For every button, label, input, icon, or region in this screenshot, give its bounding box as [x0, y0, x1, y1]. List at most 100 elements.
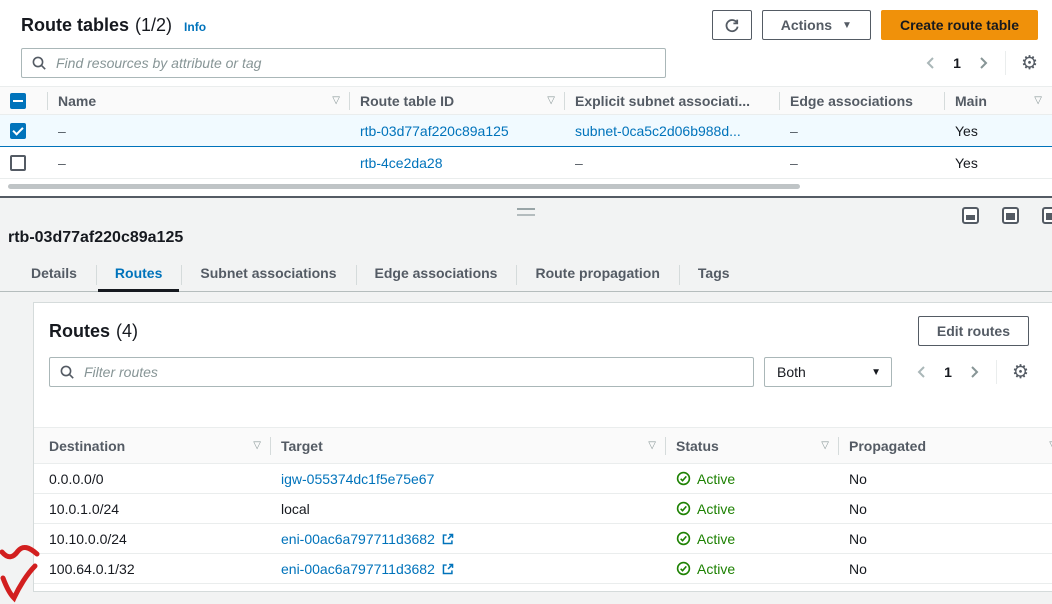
subnet-link[interactable]: subnet-0ca5c2d06b988d... — [575, 123, 741, 139]
route-row: 10.0.1.0/24 local Active No — [34, 494, 1052, 524]
check-circle-icon — [676, 531, 691, 546]
routes-card: Routes (4) Edit routes Both ▼ — [33, 302, 1052, 592]
sort-icon[interactable]: ▽ — [813, 440, 829, 451]
detail-heading: rtb-03d77af220c89a125 — [0, 222, 1052, 247]
table-row-selected[interactable]: – rtb-03d77af220c89a125 subnet-0ca5c2d06… — [0, 115, 1052, 147]
external-link-icon[interactable] — [441, 562, 455, 576]
check-circle-icon — [676, 501, 691, 516]
tab-tags[interactable]: Tags — [679, 258, 749, 291]
route-row: 10.10.0.0/24 eni-00ac6a797711d3682 Activ… — [34, 524, 1052, 554]
actions-button[interactable]: Actions ▼ — [762, 10, 871, 40]
edit-routes-button[interactable]: Edit routes — [918, 316, 1029, 346]
routes-header-row: Destination▽ Target▽ Status▽ Propagated▽ — [34, 428, 1052, 464]
column-header-main[interactable]: Main▽ — [945, 87, 1052, 115]
route-tables-section: Route tables (1/2) Info Actions ▼ Create… — [0, 0, 1052, 196]
route-table-id-link[interactable]: rtb-4ce2da28 — [360, 155, 443, 171]
cell-main: Yes — [945, 147, 1052, 179]
tab-edge-associations[interactable]: Edge associations — [356, 258, 517, 291]
previous-page-icon[interactable] — [915, 365, 929, 379]
page-number[interactable]: 1 — [944, 364, 952, 380]
cell-propagated: No — [839, 554, 1052, 584]
column-header-edge-associations[interactable]: Edge associations — [780, 87, 945, 115]
create-label: Create route table — [900, 17, 1019, 33]
cell-edge: – — [780, 115, 945, 147]
filter-routes-input[interactable] — [49, 357, 754, 387]
divider — [1005, 51, 1006, 75]
row-checkbox[interactable] — [10, 155, 26, 171]
filter-box — [49, 357, 754, 387]
horizontal-scrollbar — [8, 184, 1044, 189]
refresh-button[interactable] — [712, 10, 752, 40]
next-page-icon[interactable] — [967, 365, 981, 379]
table-row[interactable]: – rtb-4ce2da28 – – Yes — [0, 147, 1052, 179]
previous-page-icon[interactable] — [924, 56, 938, 70]
selection-count: (1/2) — [135, 15, 172, 36]
column-header-name[interactable]: Name▽ — [48, 87, 350, 115]
split-drag-handle-icon[interactable] — [517, 208, 535, 216]
panel-full-icon[interactable] — [1002, 207, 1019, 224]
target-link[interactable]: igw-055374dc1f5e75e67 — [281, 471, 434, 487]
sort-icon[interactable]: ▽ — [539, 95, 555, 106]
info-link[interactable]: Info — [184, 20, 206, 34]
tab-details[interactable]: Details — [12, 258, 96, 291]
preferences-gear-icon[interactable]: ⚙ — [1021, 54, 1038, 73]
sort-icon[interactable]: ▽ — [324, 95, 340, 106]
column-header-explicit-subnet[interactable]: Explicit subnet associati... — [565, 87, 780, 115]
sort-icon[interactable]: ▽ — [245, 440, 261, 451]
cell-destination: 100.64.0.1/32 — [34, 554, 271, 584]
tab-routes[interactable]: Routes — [96, 258, 181, 291]
status-badge: Active — [676, 561, 829, 577]
actions-label: Actions — [781, 17, 832, 33]
column-header-route-table-id[interactable]: Route table ID▽ — [350, 87, 565, 115]
scrollbar-thumb[interactable] — [8, 184, 800, 189]
cell-destination: 10.0.1.0/24 — [34, 494, 271, 524]
chevron-down-icon: ▼ — [842, 20, 852, 31]
panel-side-icon[interactable] — [1042, 207, 1052, 224]
column-header-status[interactable]: Status▽ — [666, 428, 839, 464]
edit-routes-label: Edit routes — [937, 323, 1010, 339]
divider — [996, 360, 997, 384]
cell-destination: 0.0.0.0/0 — [34, 464, 271, 494]
column-header-propagated[interactable]: Propagated▽ — [839, 428, 1052, 464]
target-link[interactable]: eni-00ac6a797711d3682 — [281, 531, 435, 547]
search-input[interactable] — [21, 48, 666, 78]
page-number[interactable]: 1 — [953, 55, 961, 71]
filter-scope-select[interactable]: Both ▼ — [764, 357, 892, 387]
split-handle-row — [0, 198, 1052, 222]
routes-pagination: 1 ⚙ — [915, 360, 1029, 384]
target-link[interactable]: eni-00ac6a797711d3682 — [281, 561, 435, 577]
preferences-gear-icon[interactable]: ⚙ — [1012, 363, 1029, 382]
filter-scope-value: Both — [777, 364, 806, 380]
table-header-row: Name▽ Route table ID▽ Explicit subnet as… — [0, 87, 1052, 115]
status-badge: Active — [676, 501, 829, 517]
search-icon — [59, 364, 75, 380]
list-toolbar: 1 ⚙ — [0, 40, 1052, 78]
cell-propagated: No — [839, 494, 1052, 524]
column-header-target[interactable]: Target▽ — [271, 428, 666, 464]
route-tables-table: Name▽ Route table ID▽ Explicit subnet as… — [0, 86, 1052, 179]
route-table-id-link[interactable]: rtb-03d77af220c89a125 — [360, 123, 509, 139]
routes-count: (4) — [116, 321, 138, 342]
status-badge: Active — [676, 531, 829, 547]
sort-icon[interactable]: ▽ — [1026, 95, 1042, 106]
panel-bottom-icon[interactable] — [962, 207, 979, 224]
page-title-group: Route tables (1/2) Info — [21, 15, 206, 36]
search-box — [21, 48, 666, 78]
panel-layout-controls — [962, 207, 1052, 224]
cell-name: – — [48, 115, 350, 147]
list-header: Route tables (1/2) Info Actions ▼ Create… — [0, 0, 1052, 40]
sort-icon[interactable]: ▽ — [640, 440, 656, 451]
tab-subnet-associations[interactable]: Subnet associations — [181, 258, 355, 291]
cell-main: Yes — [945, 115, 1052, 147]
external-link-icon[interactable] — [441, 532, 455, 546]
cell-explicit-subnet: – — [565, 147, 780, 179]
cell-destination: 10.10.0.0/24 — [34, 524, 271, 554]
column-header-destination[interactable]: Destination▽ — [34, 428, 271, 464]
next-page-icon[interactable] — [976, 56, 990, 70]
row-checkbox[interactable] — [10, 123, 26, 139]
tab-route-propagation[interactable]: Route propagation — [516, 258, 678, 291]
sort-icon[interactable]: ▽ — [1041, 440, 1052, 451]
select-all-checkbox[interactable] — [10, 93, 26, 109]
create-route-table-button[interactable]: Create route table — [881, 10, 1038, 40]
detail-tabs: Details Routes Subnet associations Edge … — [0, 258, 1052, 292]
